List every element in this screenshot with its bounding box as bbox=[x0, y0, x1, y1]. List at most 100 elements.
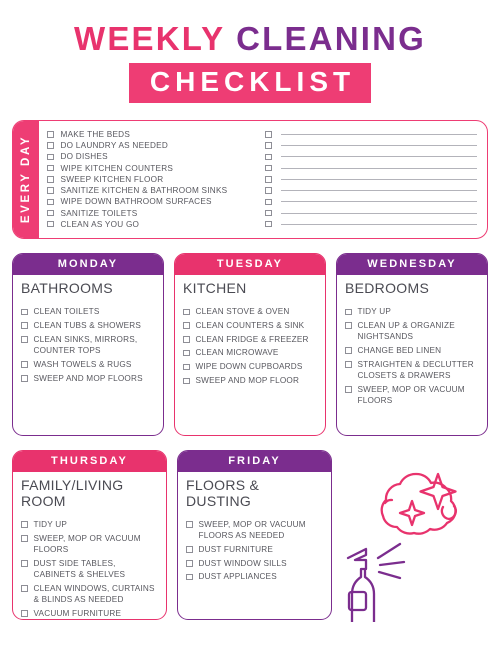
checkbox[interactable] bbox=[47, 153, 54, 161]
day-card-body: BEDROOMS TIDY UP CLEAN UP & ORGANIZE NIGHT… bbox=[337, 275, 487, 435]
checkbox[interactable] bbox=[21, 336, 28, 343]
task-row: SWEEP AND MOP FLOOR bbox=[183, 375, 317, 386]
task-row: CLEAN WINDOWS, CURTAINS & BLINDS AS NEED… bbox=[21, 583, 158, 606]
checkbox[interactable] bbox=[265, 131, 272, 138]
every-day-blank-row bbox=[265, 129, 477, 140]
checkbox[interactable] bbox=[21, 535, 28, 542]
checkbox[interactable] bbox=[21, 375, 28, 382]
every-day-blank-row bbox=[265, 207, 477, 218]
sparkle-cloud-icon bbox=[380, 472, 457, 535]
checkbox[interactable] bbox=[265, 198, 272, 206]
every-day-tab: EVERY DAY bbox=[13, 120, 39, 238]
checkbox[interactable] bbox=[345, 386, 352, 393]
task-label: SWEEP, MOP OR VACUUM FLOORS AS NEEDED bbox=[198, 519, 306, 541]
checkbox[interactable] bbox=[186, 560, 193, 567]
task-label: SWEEP AND MOP FLOORS bbox=[33, 373, 143, 383]
checkbox[interactable] bbox=[183, 308, 190, 316]
checkbox[interactable] bbox=[21, 322, 28, 329]
checkbox[interactable] bbox=[265, 220, 272, 228]
cleaning-illustration bbox=[342, 450, 488, 622]
spray-lines-icon bbox=[376, 542, 406, 580]
checkbox[interactable] bbox=[21, 585, 28, 592]
write-in-line[interactable] bbox=[280, 133, 477, 135]
checkbox[interactable] bbox=[21, 560, 28, 567]
every-day-task-label: WIPE DOWN BATHROOM SURFACES bbox=[60, 197, 212, 207]
task-row: VACUUM FURNITURE bbox=[21, 608, 158, 619]
task-label: DUST APPLIANCES bbox=[198, 572, 277, 582]
every-day-blank-row bbox=[265, 219, 477, 230]
every-day-task-row: WIPE KITCHEN COUNTERS bbox=[47, 163, 259, 174]
checkbox[interactable] bbox=[21, 308, 28, 316]
task-row: CLEAN MICROWAVE bbox=[183, 347, 317, 358]
spray-bottle-icon bbox=[346, 547, 376, 622]
checkbox[interactable] bbox=[21, 610, 28, 617]
checkbox[interactable] bbox=[183, 349, 190, 357]
checkbox[interactable] bbox=[47, 176, 54, 183]
title-line-1: WEEKLY CLEANING bbox=[0, 21, 500, 57]
checkbox[interactable] bbox=[47, 142, 54, 149]
every-day-blank-row bbox=[265, 174, 477, 185]
day-card-header: THURSDAY bbox=[13, 450, 166, 473]
checkbox[interactable] bbox=[265, 153, 272, 161]
every-day-task-label: MAKE THE BEDS bbox=[60, 129, 131, 139]
write-in-line[interactable] bbox=[280, 167, 477, 169]
write-in-line[interactable] bbox=[280, 145, 477, 147]
title-banner-checklist: CHECKLIST bbox=[128, 62, 372, 103]
write-in-line[interactable] bbox=[280, 223, 477, 225]
write-in-line[interactable] bbox=[280, 201, 477, 203]
checkbox[interactable] bbox=[183, 322, 190, 329]
day-card-thursday: THURSDAY FAMILY/LIVING ROOM TIDY UP SWEEP, … bbox=[12, 449, 167, 620]
write-in-line[interactable] bbox=[280, 190, 477, 192]
task-label: WASH TOWELS & RUGS bbox=[33, 359, 132, 369]
day-card-body: BATHROOMS CLEAN TOILETS CLEAN TUBS & SHOWE… bbox=[13, 275, 163, 435]
checkbox[interactable] bbox=[21, 521, 28, 528]
day-card-header: TUESDAY bbox=[175, 253, 325, 276]
checkbox[interactable] bbox=[345, 347, 352, 354]
task-label: CLEAN UP & ORGANIZE NIGHTSANDS bbox=[357, 320, 455, 342]
task-label: CLEAN FRIDGE & FREEZER bbox=[195, 334, 309, 344]
checkbox[interactable] bbox=[47, 209, 54, 217]
checkbox[interactable] bbox=[265, 187, 272, 194]
every-day-task-label: DO LAUNDRY AS NEEDED bbox=[60, 141, 169, 151]
task-label: SWEEP, MOP OR VACUUM FLOORS bbox=[357, 384, 465, 406]
checkbox[interactable] bbox=[345, 361, 352, 368]
checklist-page: WEEKLY CLEANING CHECKLIST EVERY DAY MAKE… bbox=[0, 0, 500, 647]
checkbox[interactable] bbox=[183, 377, 190, 385]
day-cards-row-1: MONDAY BATHROOMS CLEAN TOILETS CLEAN TUBS &… bbox=[12, 252, 488, 436]
checkbox[interactable] bbox=[21, 361, 28, 368]
write-in-line[interactable] bbox=[280, 178, 477, 180]
checkbox[interactable] bbox=[47, 131, 54, 138]
title-banner-wrap: CHECKLIST bbox=[0, 62, 500, 103]
task-row: SWEEP, MOP OR VACUUM FLOORS AS NEEDED bbox=[186, 519, 323, 542]
write-in-line[interactable] bbox=[280, 156, 477, 158]
every-day-task-label: WIPE KITCHEN COUNTERS bbox=[60, 163, 174, 173]
checkbox[interactable] bbox=[47, 187, 54, 194]
checkbox[interactable] bbox=[47, 198, 54, 206]
checkbox[interactable] bbox=[186, 521, 193, 528]
every-day-task-label: DO DISHES bbox=[60, 152, 108, 162]
checkbox[interactable] bbox=[265, 209, 272, 217]
checkbox[interactable] bbox=[345, 322, 352, 329]
checkbox[interactable] bbox=[186, 546, 193, 553]
checkbox[interactable] bbox=[345, 308, 352, 316]
checkbox[interactable] bbox=[183, 363, 190, 371]
day-card-body: FAMILY/LIVING ROOM TIDY UP SWEEP, MOP OR V… bbox=[13, 472, 166, 619]
write-in-line[interactable] bbox=[280, 212, 477, 214]
checkbox[interactable] bbox=[265, 142, 272, 149]
task-label: CLEAN COUNTERS & SINK bbox=[195, 320, 305, 330]
checkbox[interactable] bbox=[183, 336, 190, 343]
sparkle-small-icon bbox=[398, 499, 426, 527]
checkbox[interactable] bbox=[265, 164, 272, 172]
every-day-columns: MAKE THE BEDS DO LAUNDRY AS NEEDED DO DISH… bbox=[39, 121, 487, 238]
checkbox[interactable] bbox=[47, 164, 54, 172]
day-card-body: KITCHEN CLEAN STOVE & OVEN CLEAN COUNTERS … bbox=[175, 275, 325, 435]
checkbox[interactable] bbox=[186, 573, 193, 581]
day-cards-row-2: THURSDAY FAMILY/LIVING ROOM TIDY UP SWEEP, … bbox=[12, 449, 332, 620]
task-label: CHANGE BED LINEN bbox=[357, 345, 442, 355]
checkbox[interactable] bbox=[47, 220, 54, 228]
task-label: SWEEP, MOP OR VACUUM FLOORS bbox=[33, 533, 141, 554]
checkbox[interactable] bbox=[265, 176, 272, 183]
task-row: WIPE DOWN CUPBOARDS bbox=[183, 361, 317, 372]
task-row: WASH TOWELS & RUGS bbox=[21, 359, 155, 370]
bottom-area: THURSDAY FAMILY/LIVING ROOM TIDY UP SWEEP, … bbox=[12, 449, 488, 622]
